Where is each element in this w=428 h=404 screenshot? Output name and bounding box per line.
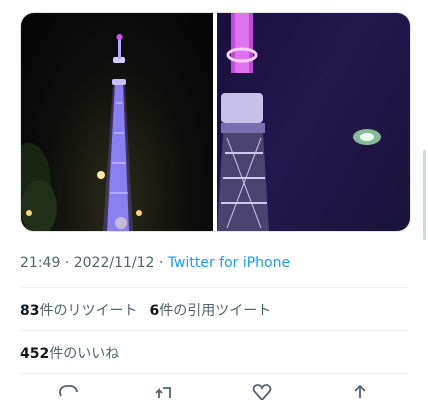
tweet-time[interactable]: 21:49: [20, 255, 60, 271]
retweet-icon: [155, 387, 171, 398]
retweets-link[interactable]: 83件のリツイート: [20, 303, 137, 319]
retweet-button[interactable]: [154, 382, 176, 400]
likes-count: 452: [20, 346, 50, 362]
share-button[interactable]: [349, 382, 371, 400]
retweets-label: 件のリツイート: [39, 303, 138, 319]
tweet-date[interactable]: 2022/11/12: [74, 255, 155, 271]
photo-tower-night[interactable]: [21, 13, 213, 231]
tweet-source[interactable]: Twitter for iPhone: [168, 255, 290, 271]
divider: [20, 373, 408, 374]
tower-night-illustration: [21, 34, 142, 231]
quotes-count: 6: [149, 303, 160, 319]
likes-stats[interactable]: 452件のいいね: [20, 343, 119, 363]
tweet-action-bar: [0, 382, 428, 402]
tower-closeup-illustration: [217, 13, 381, 231]
reply-button[interactable]: [57, 382, 79, 400]
reply-icon: [59, 385, 78, 397]
meta-separator: ·: [60, 255, 74, 271]
quotes-link[interactable]: 6件の引用ツイート: [149, 303, 271, 319]
photo-tower-closeup[interactable]: [217, 13, 410, 231]
retweets-count: 83: [20, 303, 40, 319]
divider: [20, 330, 408, 331]
like-button[interactable]: [251, 382, 273, 402]
scrollbar[interactable]: [423, 150, 426, 240]
divider: [20, 287, 408, 288]
likes-label: 件のいいね: [49, 346, 120, 362]
retweet-stats: 83件のリツイート 6件の引用ツイート: [20, 300, 271, 320]
tweet-media-grid: [20, 12, 411, 232]
quotes-label: 件の引用ツイート: [159, 303, 272, 319]
meta-separator: ·: [154, 255, 168, 271]
share-icon: [354, 384, 366, 398]
tweet-meta: 21:49 · 2022/11/12 · Twitter for iPhone: [20, 255, 290, 271]
like-icon: [252, 384, 272, 402]
